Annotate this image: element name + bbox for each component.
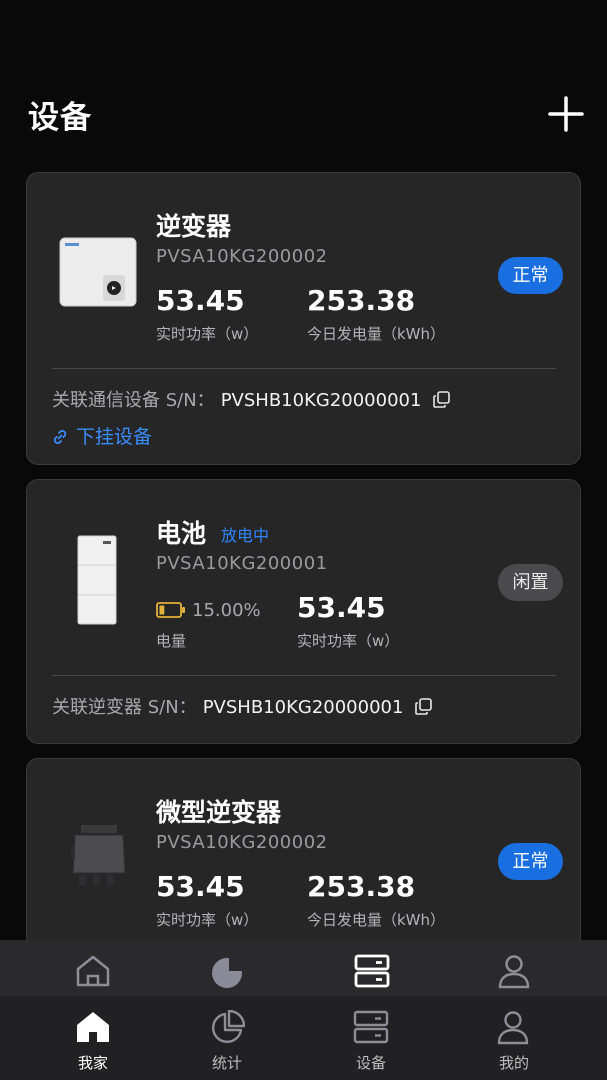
battery-level: 15.00% <box>156 600 261 621</box>
tab-home[interactable]: 我家 <box>43 996 143 1080</box>
add-device-button[interactable] <box>548 96 584 132</box>
linked-comm-device: 关联通信设备 S/N： PVSHB10KG20000001 <box>52 386 450 413</box>
page-title: 设备 <box>28 100 92 136</box>
battery-icon <box>156 602 185 618</box>
status-badge[interactable]: 正常 <box>498 257 563 294</box>
device-sn: PVSA10KG200001 <box>156 553 328 574</box>
capacity-label: 电量 <box>156 632 187 650</box>
device-name: 逆变器 <box>156 212 232 241</box>
linked-inverter: 关联逆变器 S/N： PVSHB10KG20000001 <box>52 693 432 720</box>
pie-chart-icon <box>212 1010 245 1043</box>
device-card-battery[interactable]: 电池 放电中 PVSA10KG200001 闲置 15.00% 电量 53.45… <box>26 479 581 744</box>
status-badge[interactable]: 正常 <box>498 843 563 880</box>
user-icon <box>497 1011 529 1045</box>
battery-image <box>77 535 117 629</box>
micro-inverter-image <box>71 825 127 891</box>
tab-label: 我家 <box>77 1054 108 1072</box>
linked-label: 关联通信设备 S/N： <box>52 390 215 411</box>
power-value: 53.45 <box>156 284 245 317</box>
linked-label: 关联逆变器 S/N： <box>52 697 197 718</box>
battery-percent: 15.00% <box>192 600 261 621</box>
device-sn: PVSA10KG200002 <box>156 832 328 853</box>
power-label: 实时功率（w） <box>297 632 400 650</box>
daily-yield-label: 今日发电量（kWh） <box>307 911 446 929</box>
pie-chart-icon <box>212 956 244 988</box>
divider <box>52 675 556 676</box>
device-icon <box>354 954 390 988</box>
plus-icon <box>548 96 584 132</box>
link-icon <box>53 430 67 444</box>
tab-profile[interactable]: 我的 <box>464 996 564 1080</box>
sub-link-label: 下挂设备 <box>76 426 153 448</box>
sub-devices-link[interactable]: 下挂设备 <box>52 422 152 449</box>
power-value: 53.45 <box>297 591 386 624</box>
bottom-tab-bar: 我家 统计 设备 我的 <box>0 996 607 1080</box>
tab-statistics[interactable]: 统计 <box>177 996 277 1080</box>
copy-icon[interactable] <box>433 391 450 413</box>
status-badge[interactable]: 闲置 <box>498 564 563 601</box>
device-name: 微型逆变器 <box>156 798 282 827</box>
daily-yield-label: 今日发电量（kWh） <box>307 325 446 343</box>
copy-icon[interactable] <box>415 698 432 720</box>
header: 设备 <box>0 0 607 160</box>
daily-yield-value: 253.38 <box>307 284 416 317</box>
inverter-image <box>59 237 137 313</box>
power-value: 53.45 <box>156 870 245 903</box>
home-outline-icon <box>76 955 110 987</box>
tab-label: 统计 <box>211 1054 242 1072</box>
tab-devices[interactable]: 设备 <box>321 996 421 1080</box>
home-icon <box>77 1012 109 1042</box>
daily-yield-value: 253.38 <box>307 870 416 903</box>
linked-sn: PVSHB10KG20000001 <box>202 697 404 718</box>
linked-sn: PVSHB10KG20000001 <box>220 390 422 411</box>
tab-label: 设备 <box>355 1054 386 1072</box>
power-label: 实时功率（w） <box>156 911 259 929</box>
power-label: 实时功率（w） <box>156 325 259 343</box>
battery-state: 放电中 <box>221 526 270 545</box>
secondary-nav-overlay <box>0 940 607 996</box>
tab-label: 我的 <box>498 1054 529 1072</box>
user-icon <box>498 955 530 989</box>
device-card-inverter[interactable]: 逆变器 PVSA10KG200002 正常 53.45 实时功率（w） 253.… <box>26 172 581 465</box>
divider <box>52 368 556 369</box>
device-sn: PVSA10KG200002 <box>156 246 328 267</box>
device-name: 电池 <box>156 519 207 548</box>
device-icon <box>353 1010 389 1044</box>
